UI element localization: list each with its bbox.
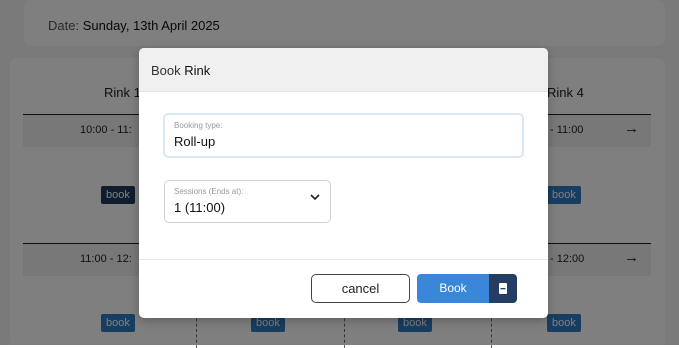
sessions-value: 1 (11:00) bbox=[174, 200, 226, 215]
modal-header: Book Rink bbox=[139, 48, 548, 92]
cancel-button[interactable]: cancel bbox=[311, 274, 410, 303]
modal-footer-divider bbox=[139, 259, 548, 260]
modal-title: Book Rink bbox=[151, 63, 210, 78]
book-extra-button[interactable] bbox=[489, 274, 517, 303]
booking-type-label: Booking type: bbox=[174, 121, 223, 130]
booking-type-field[interactable]: Booking type: Roll-up bbox=[163, 113, 524, 158]
book-submit-button[interactable]: Book bbox=[417, 274, 489, 303]
chevron-down-icon bbox=[310, 194, 320, 201]
booking-modal: Book Rink Booking type: Roll-up Sessions… bbox=[139, 48, 548, 318]
booking-type-value: Roll-up bbox=[174, 134, 216, 149]
sessions-select[interactable]: Sessions (Ends at): 1 (11:00) bbox=[164, 180, 331, 223]
modal-title-suffix: Rink bbox=[184, 63, 211, 78]
modal-title-prefix: Book bbox=[151, 63, 181, 78]
bookmark-icon bbox=[499, 283, 507, 294]
sessions-label: Sessions (Ends at): bbox=[174, 187, 244, 196]
